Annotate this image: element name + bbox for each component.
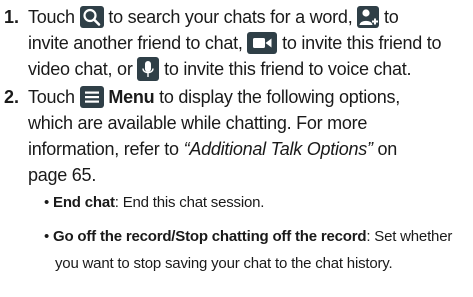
step-number: 2. [4,87,20,107]
text: to invite this friend to [282,33,442,53]
text: to search your chats for a word, [108,7,353,27]
video-camera-icon [247,32,278,54]
text: Touch [28,87,75,107]
step-2-line-4: page 65. [28,162,96,188]
list-item: • End chat: End this chat session. [44,192,264,214]
option-desc: you want to stop saving your chat to the… [55,255,393,272]
search-icon [79,6,104,28]
text: Touch [28,7,75,27]
option-desc: : End this chat session. [114,194,265,211]
step-number: 1. [4,7,20,27]
step-2-line-2: which are available while chatting. For … [28,110,367,136]
step-2-line-3: information, refer to “Additional Talk O… [28,136,397,162]
step-1-line-3: video chat, or to invite this friend to … [28,56,411,82]
text: video chat, or [28,59,133,79]
list-item: • Go off the record/Stop chatting off th… [44,226,452,248]
menu-label: Menu [108,87,155,107]
step-1-line-1: Touch to search your chats for a word, t… [28,4,399,30]
text: to [383,7,399,27]
text: to invite this friend to voice chat. [164,59,412,79]
menu-icon [79,86,104,108]
list-item-continuation: you want to stop saving your chat to the… [55,253,393,275]
step-1: 1. Touch to search your chats for a word… [0,4,473,84]
option-desc: : Set whether [366,228,453,245]
text: page 65. [28,165,97,185]
bullet: • [44,228,50,245]
microphone-icon [137,57,160,81]
step-2: 2. Touch Menu to display the following o… [0,84,473,294]
bullet: • [44,194,50,211]
text: which are available while chatting. For … [28,113,368,133]
step-1-line-2: invite another friend to chat, to invite… [28,30,442,56]
cross-reference: “Additional Talk Options” [183,139,373,159]
add-friend-icon [357,6,380,28]
text: to display the following options, [159,87,400,107]
option-term: End chat [53,194,115,211]
step-2-line-1: Touch Menu to display the following opti… [28,84,400,110]
text: invite another friend to chat, [28,33,243,53]
text: on [377,139,398,159]
option-term: Go off the record/Stop chatting off the … [53,228,367,245]
text: information, refer to [28,139,179,159]
